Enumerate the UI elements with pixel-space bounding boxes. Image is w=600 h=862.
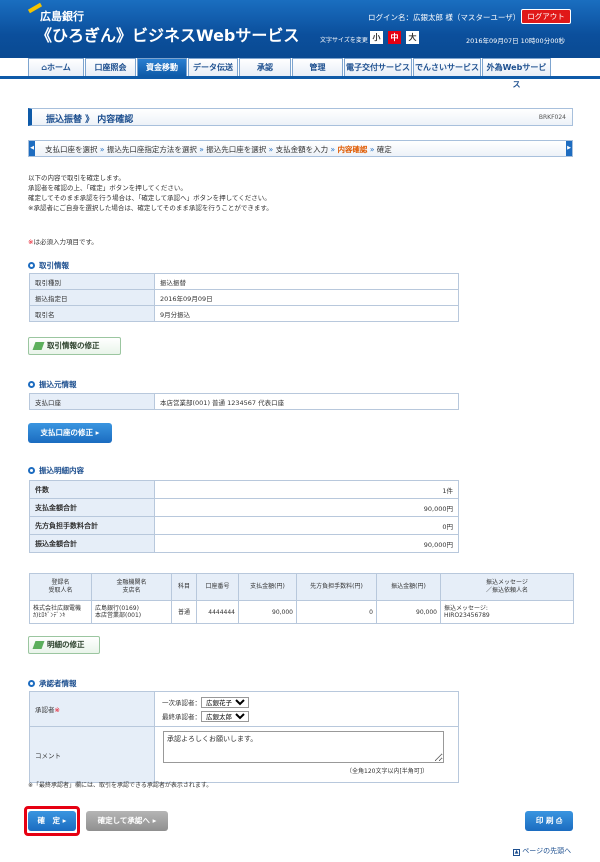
approver-note: ※「最終承認者」欄には、取引を承認できる承認者が表示されます。 (28, 782, 213, 789)
step-1: 支払口座を選択 (45, 145, 98, 154)
table-row: 件数 1件 (29, 480, 459, 499)
step-separator-icon: » (196, 145, 207, 154)
transaction-info-table: 取引種別 振込振替 振込指定日 2016年09月09日 取引名 9月分振込 (29, 273, 459, 322)
table-row: 取引名 9月分振込 (29, 305, 459, 322)
comment-textarea[interactable]: 承認よろしくお願いします。 (163, 731, 444, 763)
fontsize-label: 文字サイズを変更 (320, 37, 368, 44)
main-nav: ⌂ホーム 口座照会 資金移動 データ伝送 承認 管理 電子交付サービス でんさい… (28, 58, 552, 89)
section-bullet-icon (28, 467, 35, 474)
section-bullet-icon (28, 381, 35, 388)
logout-button[interactable]: ログアウト (521, 9, 571, 24)
section-bullet-icon (28, 262, 35, 269)
nav-data-transmission[interactable]: データ伝送 (188, 58, 238, 76)
table-row: 支払口座 本店営業部(001) 普通 1234567 代表口座 (29, 393, 459, 410)
nav-underline (0, 76, 600, 79)
edit-source-account-button[interactable]: 支払口座の修正 ▸ (28, 423, 112, 443)
login-info: ログイン名：広銀太郎 様（マスターユーザ） (368, 13, 521, 22)
login-datetime: 2016年09月07日 10時00分00秒 (466, 37, 565, 45)
chevron-right-icon: ▸ (95, 428, 100, 437)
step-left-arrow-icon: ◀ (29, 141, 35, 156)
confirm-and-approve-button[interactable]: 確定して承認へ ▸ (86, 811, 168, 831)
printer-icon: ⎙ (556, 816, 563, 825)
print-button[interactable]: 印 刷 ⎙ (525, 811, 573, 831)
nav-management[interactable]: 管理 (292, 58, 343, 76)
arrow-up-icon: ▲ (513, 849, 520, 856)
step-indicator: ◀ 支払口座を選択 » 振込先口座指定方法を選択 » 振込先口座を選択 » 支払… (28, 140, 573, 157)
nav-e-delivery[interactable]: 電子交付サービス (344, 58, 412, 76)
nav-fund-transfer[interactable]: 資金移動 (137, 58, 187, 76)
confirm-highlight-frame (24, 806, 80, 836)
table-header-row: 登録名 受取人名 金融機関名 支店名 科目 口座番号 支払金額(円) 先方負担手数料… (29, 573, 574, 601)
comment-char-limit: （全角120文字以内[半角可]） (346, 768, 429, 775)
step-3: 振込先口座を選択 (206, 145, 267, 154)
pencil-icon (32, 641, 45, 649)
nav-account-inquiry[interactable]: 口座照会 (85, 58, 136, 76)
section-detail-summary: 振込明細内容 (28, 465, 84, 476)
table-row: 先方負担手数料合計 0円 (29, 516, 459, 535)
service-logo: 《ひろぎん》ビジネスWebサービス (36, 26, 300, 45)
screen-id: BRKF024 (538, 114, 566, 121)
source-info-table: 支払口座 本店営業部(001) 普通 1234567 代表口座 (29, 393, 459, 410)
transfer-detail-table: 登録名 受取人名 金融機関名 支店名 科目 口座番号 支払金額(円) 先方負担手数料… (29, 573, 574, 624)
section-approver-info: 承認者情報 (28, 678, 77, 689)
instructions: 以下の内容で取引を確定します。 承認者を確認の上、「確定」ボタンを押してください… (28, 174, 273, 212)
step-4: 支払金額を入力 (275, 145, 329, 154)
table-row: 承認者※ 一次承認者： 広銀花子 最終承認者： 広銀太郎 (29, 691, 459, 727)
edit-transaction-info-button[interactable]: 取引情報の修正 (28, 337, 121, 355)
first-approver-select[interactable]: 広銀花子 (201, 696, 249, 708)
table-row: 支払金額合計 90,000円 (29, 498, 459, 517)
step-2: 振込先口座指定方法を選択 (106, 145, 197, 154)
fontsize-small-button[interactable]: 小 (370, 31, 383, 44)
step-separator-icon: » (97, 145, 107, 154)
step-right-arrow-icon: ▶ (566, 141, 572, 156)
fontsize-large-button[interactable]: 大 (406, 31, 419, 44)
detail-summary-table: 件数 1件 支払金額合計 90,000円 先方負担手数料合計 0円 振込金額合計 90,… (29, 480, 459, 553)
step-list: 支払口座を選択 » 振込先口座指定方法を選択 » 振込先口座を選択 » 支払金額… (45, 144, 392, 155)
final-approver-select[interactable]: 広銀太郎 (201, 710, 249, 722)
edit-detail-button[interactable]: 明細の修正 (28, 636, 100, 654)
nav-densai[interactable]: でんさいサービス (413, 58, 481, 76)
page-top-link[interactable]: ▲ ページの先頭へ (513, 846, 571, 856)
section-bullet-icon (28, 680, 35, 687)
header-bar: 広島銀行 《ひろぎん》ビジネスWebサービス ログイン名：広銀太郎 様（マスター… (0, 0, 600, 58)
table-row: 取引種別 振込振替 (29, 273, 459, 290)
step-separator-icon: » (266, 145, 276, 154)
table-row: 振込金額合計 90,000円 (29, 534, 459, 553)
page-title-bar: 振込振替 》 内容確認 BRKF024 (28, 108, 573, 126)
fontsize-mid-button[interactable]: 中 (388, 31, 401, 44)
section-transaction-info: 取引情報 (28, 260, 69, 271)
required-note: ※は必須入力項目です。 (28, 238, 98, 246)
step-5-current: 内容確認 (337, 145, 368, 154)
table-row: 株式会社広銀電機 ｶ)ﾋﾛｷﾞﾝﾃﾞﾝｷ 広島銀行(0169) 本店営業部(001)… (29, 600, 574, 624)
nav-forex-web[interactable]: 外為Webサービス (482, 58, 551, 89)
page-title: 振込振替 》 内容確認 (46, 115, 134, 125)
section-source-info: 振込元情報 (28, 379, 77, 390)
step-separator-icon: » (367, 145, 377, 154)
step-6: 確定 (376, 145, 392, 154)
table-row: 振込指定日 2016年09月09日 (29, 289, 459, 306)
pencil-icon (32, 342, 45, 350)
chevron-right-icon: ▸ (152, 816, 157, 825)
nav-approval[interactable]: 承認 (239, 58, 291, 76)
nav-home[interactable]: ⌂ホーム (28, 58, 84, 76)
